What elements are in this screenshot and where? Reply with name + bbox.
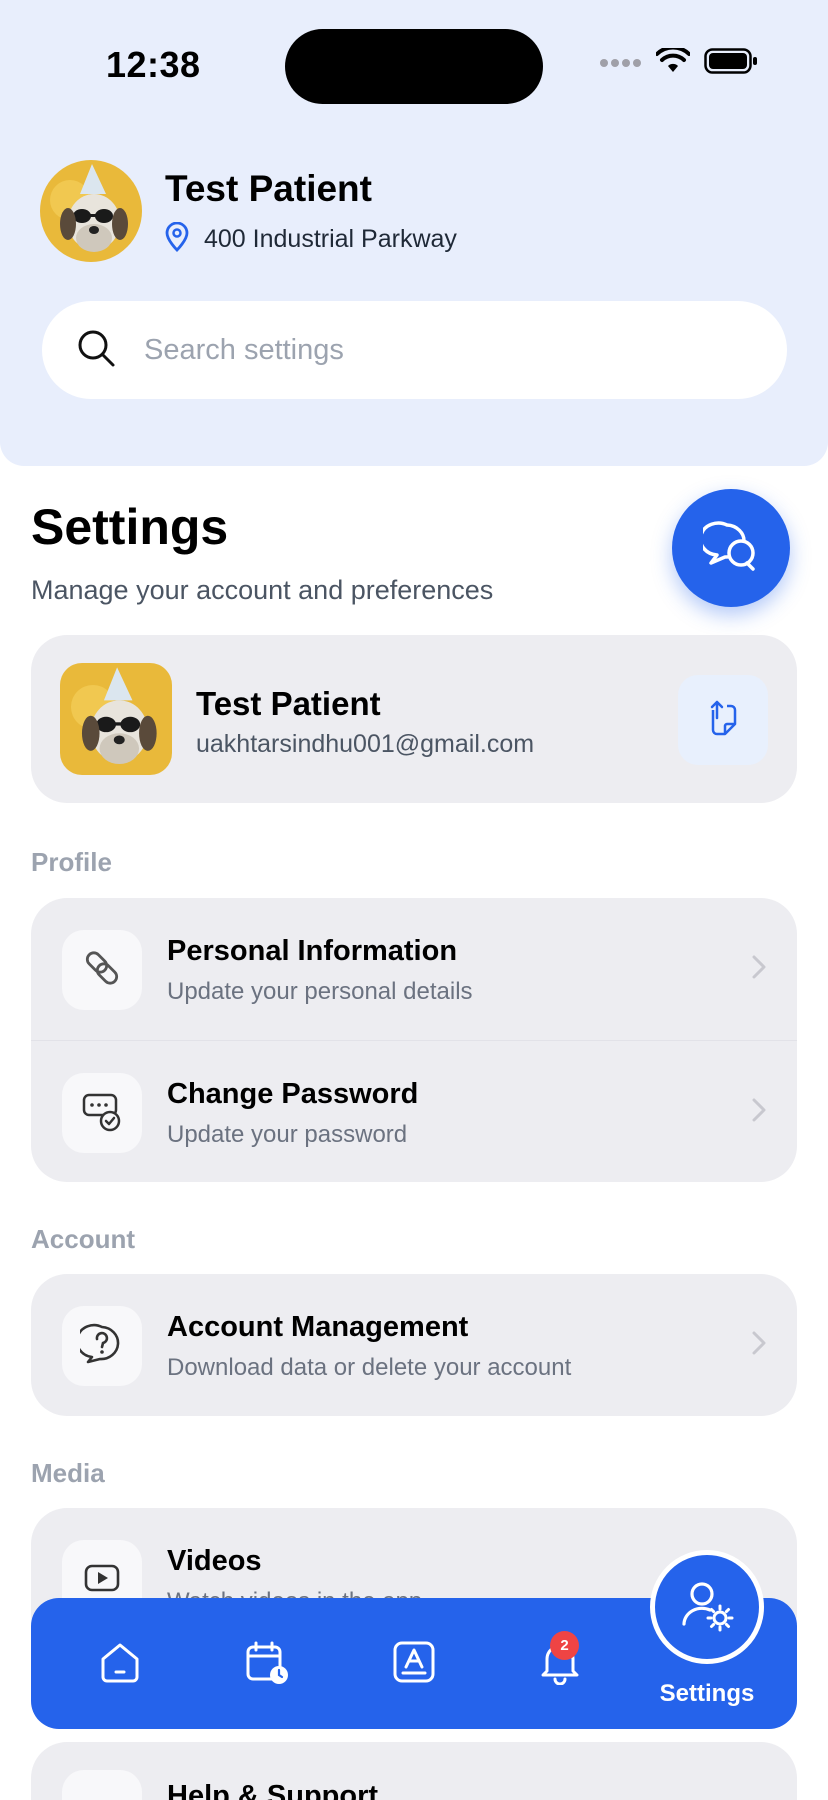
row-title: Change Password — [167, 1078, 419, 1110]
row-subtitle: Update your personal details — [167, 978, 473, 1005]
tab-home[interactable] — [88, 1632, 152, 1696]
location-row[interactable]: 400 Industrial Parkway — [164, 221, 457, 257]
help-icon — [62, 1770, 142, 1800]
page-title: Settings — [31, 499, 229, 555]
tab-apps[interactable] — [382, 1632, 446, 1696]
row-subtitle: Download data or delete your account — [167, 1354, 572, 1381]
search-input[interactable] — [144, 333, 704, 367]
tab-settings[interactable] — [650, 1550, 764, 1664]
switch-account-button[interactable] — [678, 675, 768, 765]
wifi-icon — [655, 45, 691, 79]
patient-name: Test Patient — [165, 168, 372, 209]
settings-row-change-password[interactable]: Change Password Update your password — [31, 1040, 797, 1182]
row-title: Videos — [167, 1545, 262, 1577]
profile-card[interactable]: Test Patient uakhtarsindhu001@gmail.com — [31, 635, 797, 803]
link-icon — [80, 946, 124, 995]
tab-appointments[interactable] — [235, 1632, 299, 1696]
status-time: 12:38 — [106, 44, 201, 85]
section-label-account: Account — [31, 1224, 135, 1254]
profile-group: Personal Information Update your persona… — [31, 898, 797, 1182]
question-bubble-icon — [75, 1322, 124, 1371]
profile-name: Test Patient — [196, 685, 381, 722]
tab-settings-label[interactable]: Settings — [625, 1680, 789, 1708]
location-text: 400 Industrial Parkway — [204, 225, 457, 253]
password-check-icon — [80, 1089, 124, 1138]
chat-bubbles-icon — [698, 519, 759, 578]
account-group: Account Management Download data or dele… — [31, 1274, 797, 1416]
avatar[interactable] — [40, 160, 142, 262]
dynamic-island — [285, 29, 543, 104]
settings-row-help-support[interactable]: Help & Support — [31, 1742, 797, 1800]
dog-avatar-icon — [40, 160, 142, 262]
calendar-clock-icon — [244, 1639, 290, 1690]
signal-dots-icon — [600, 55, 642, 73]
settings-row-account-management[interactable]: Account Management Download data or dele… — [31, 1274, 797, 1416]
battery-icon — [704, 48, 758, 79]
row-icon-wrap — [62, 1073, 142, 1153]
dog-avatar-icon — [60, 663, 172, 775]
chevron-right-icon — [751, 953, 767, 986]
section-label-media: Media — [31, 1458, 105, 1488]
section-label-profile: Profile — [31, 847, 112, 877]
row-icon-wrap — [62, 930, 142, 1010]
app-store-icon — [391, 1639, 437, 1690]
switch-account-icon — [703, 698, 743, 743]
row-icon-wrap — [62, 1306, 142, 1386]
chevron-right-icon — [751, 1329, 767, 1362]
chevron-right-icon — [751, 1096, 767, 1129]
status-icons — [600, 45, 758, 79]
row-title: Help & Support — [167, 1780, 379, 1800]
location-pin-icon — [164, 221, 190, 257]
row-title: Personal Information — [167, 935, 458, 967]
profile-email: uakhtarsindhu001@gmail.com — [196, 730, 535, 758]
user-gear-icon — [680, 1578, 734, 1637]
profile-avatar — [60, 663, 172, 775]
row-subtitle: Update your password — [167, 1121, 408, 1148]
settings-row-personal-information[interactable]: Personal Information Update your persona… — [31, 898, 797, 1040]
notification-badge: 2 — [550, 1631, 579, 1660]
chat-fab-button[interactable] — [672, 489, 790, 607]
page-subtitle: Manage your account and preferences — [31, 575, 494, 605]
home-icon — [97, 1639, 143, 1690]
row-title: Account Management — [167, 1311, 469, 1343]
search-icon — [76, 328, 116, 373]
search-box[interactable] — [42, 301, 787, 399]
